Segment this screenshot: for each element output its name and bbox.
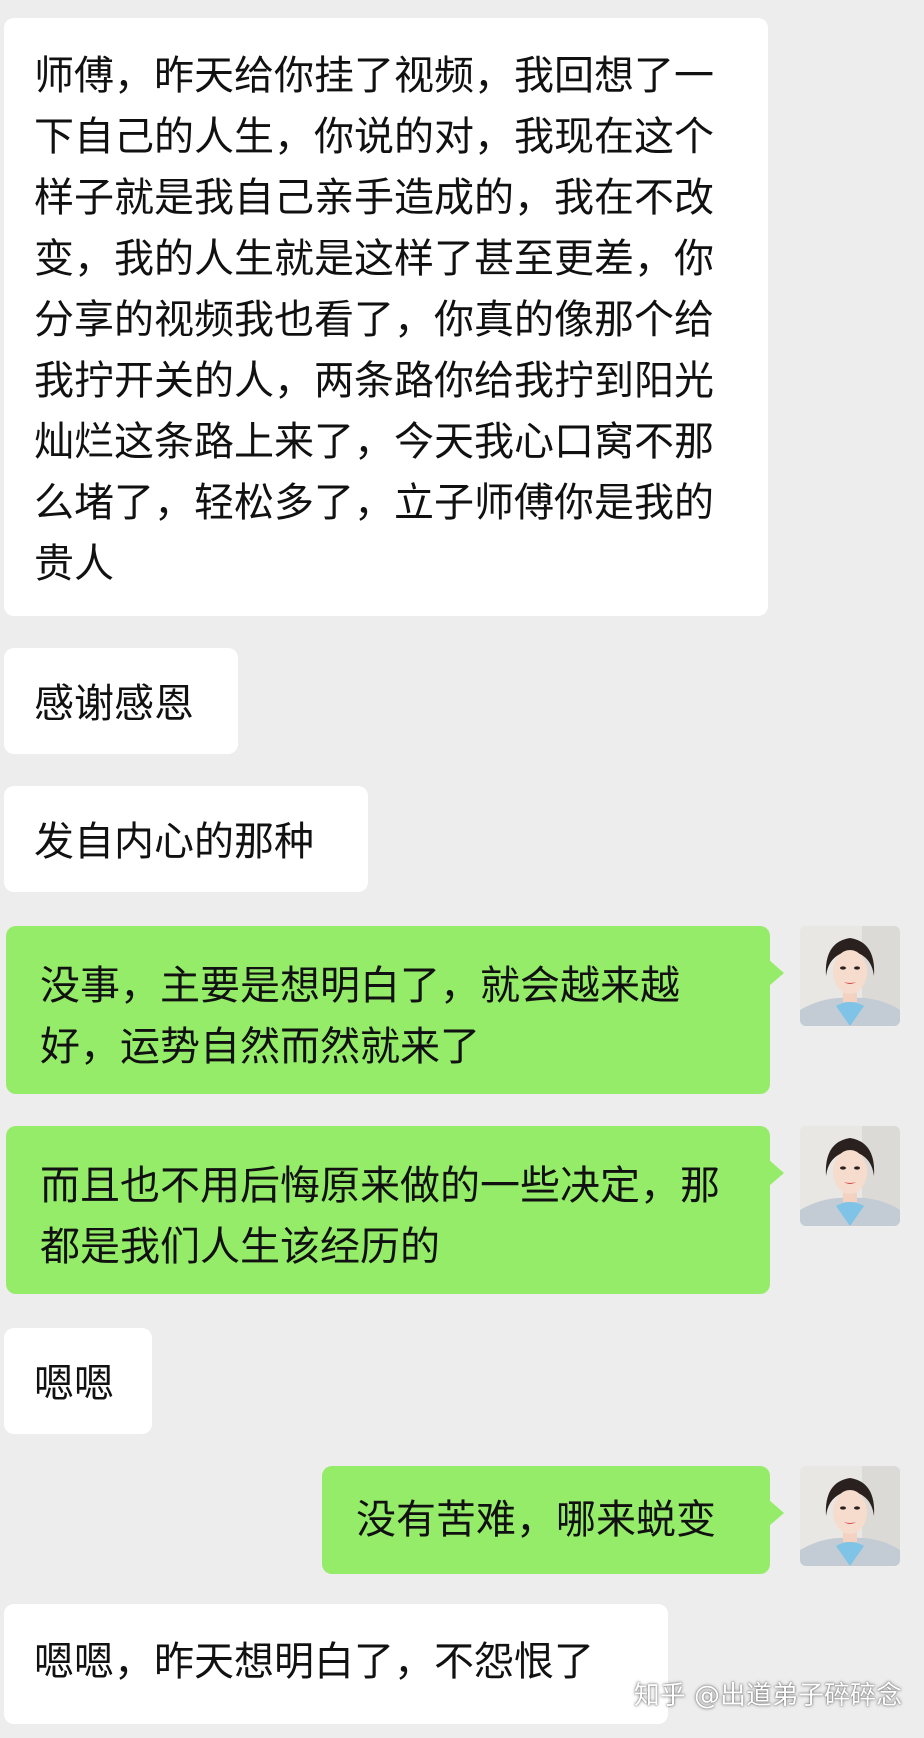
incoming-message-bubble[interactable]: 发自内心的那种 bbox=[4, 786, 368, 892]
incoming-message-bubble[interactable]: 嗯嗯 bbox=[4, 1328, 152, 1434]
incoming-message-bubble[interactable]: 感谢感恩 bbox=[4, 648, 238, 754]
profile-photo-woman-icon bbox=[800, 1466, 900, 1566]
watermark: 知乎 @出道弟子碎碎念 bbox=[633, 1681, 902, 1711]
profile-photo-woman-icon bbox=[800, 926, 900, 1026]
outgoing-message-bubble[interactable]: 而且也不用后悔原来做的一些决定，那都是我们人生该经历的 bbox=[6, 1126, 784, 1294]
outgoing-message-bubble[interactable]: 没事，主要是想明白了，就会越来越好，运势自然而然就来了 bbox=[6, 926, 784, 1094]
incoming-message-bubble[interactable]: 师傅，昨天给你挂了视频，我回想了一下自己的人生，你说的对，我现在这个样子就是我自… bbox=[4, 18, 768, 616]
avatar[interactable] bbox=[800, 1126, 900, 1226]
incoming-message-bubble[interactable]: 嗯嗯，昨天想明白了，不怨恨了 bbox=[4, 1604, 668, 1724]
outgoing-message-bubble[interactable]: 没有苦难，哪来蜕变 bbox=[322, 1466, 784, 1574]
profile-photo-woman-icon bbox=[800, 1126, 900, 1226]
avatar[interactable] bbox=[800, 926, 900, 1026]
avatar[interactable] bbox=[800, 1466, 900, 1566]
